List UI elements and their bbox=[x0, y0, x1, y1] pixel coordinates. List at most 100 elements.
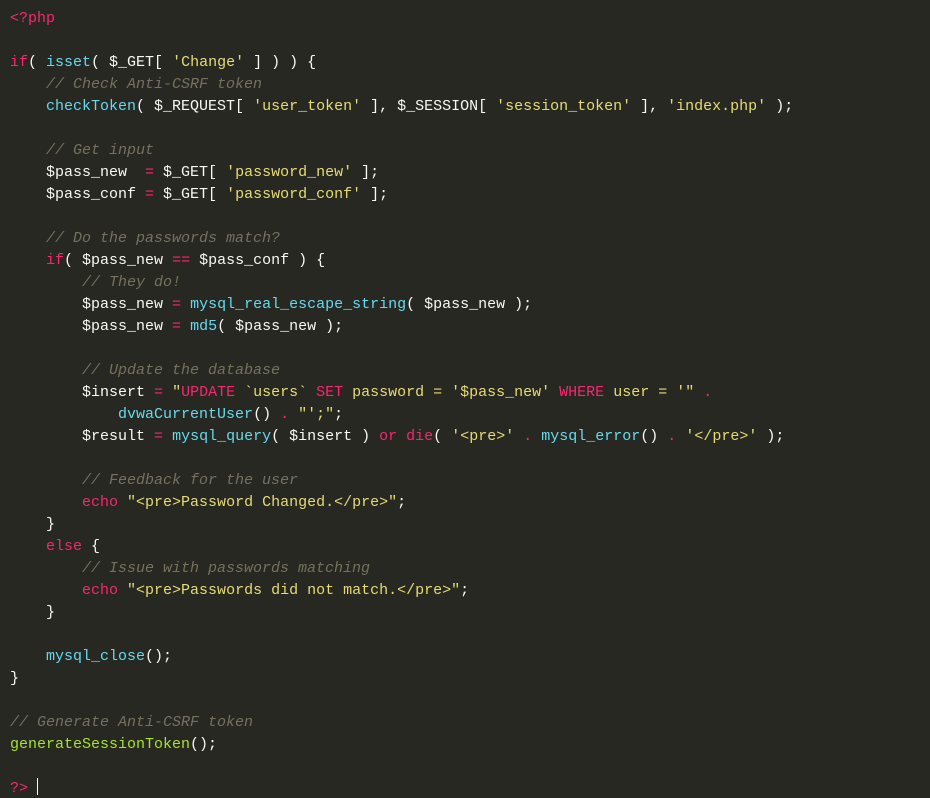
code-token: or bbox=[379, 428, 397, 445]
code-token: // Feedback for the user bbox=[82, 472, 298, 489]
code-token bbox=[10, 406, 118, 423]
code-line: $insert = "UPDATE `users` SET password =… bbox=[10, 384, 721, 401]
code-token bbox=[10, 472, 82, 489]
code-line: // Update the database bbox=[10, 362, 280, 379]
code-token: "';" bbox=[298, 406, 334, 423]
code-token: ]; bbox=[361, 186, 388, 203]
code-token: echo bbox=[82, 494, 118, 511]
code-token bbox=[289, 406, 298, 423]
code-token bbox=[10, 252, 46, 269]
code-token: $pass_conf ) { bbox=[190, 252, 325, 269]
code-token: // Get input bbox=[46, 142, 154, 159]
code-line: // Check Anti-CSRF token bbox=[10, 76, 262, 93]
code-token: } bbox=[10, 670, 19, 687]
code-token: ; bbox=[460, 582, 469, 599]
code-editor[interactable]: <?php if( isset( $_GET[ 'Change' ] ) ) {… bbox=[0, 0, 930, 798]
code-token bbox=[532, 428, 541, 445]
code-token: mysql_close bbox=[46, 648, 145, 665]
code-line: dvwaCurrentUser() . "';"; bbox=[10, 406, 343, 423]
code-line: // Generate Anti-CSRF token bbox=[10, 714, 253, 731]
code-token: "UPDATE `users` SET password = '$pass_ne… bbox=[172, 384, 694, 401]
code-token: $_GET[ bbox=[154, 164, 226, 181]
code-token bbox=[181, 318, 190, 335]
code-token: ( $pass_new ); bbox=[406, 296, 532, 313]
code-token bbox=[10, 494, 82, 511]
code-line: $pass_new = mysql_real_escape_string( $p… bbox=[10, 296, 532, 313]
code-token bbox=[10, 538, 46, 555]
code-token: $_GET[ bbox=[154, 186, 226, 203]
code-token bbox=[163, 428, 172, 445]
code-token: 'password_new' bbox=[226, 164, 352, 181]
code-token bbox=[10, 230, 46, 247]
code-line: } bbox=[10, 604, 55, 621]
code-line: if( $pass_new == $pass_conf ) { bbox=[10, 252, 325, 269]
code-token bbox=[10, 142, 46, 159]
code-token: ( bbox=[433, 428, 451, 445]
code-token: $pass_new bbox=[10, 318, 172, 335]
code-token: ); bbox=[757, 428, 784, 445]
code-line: $result = mysql_query( $insert ) or die(… bbox=[10, 428, 784, 445]
code-token bbox=[181, 296, 190, 313]
code-token: ( bbox=[28, 54, 46, 71]
code-token: mysql_real_escape_string bbox=[190, 296, 406, 313]
code-token: if bbox=[46, 252, 64, 269]
code-line: // Do the passwords match? bbox=[10, 230, 280, 247]
code-line: } bbox=[10, 516, 55, 533]
code-token: ( $pass_new ); bbox=[217, 318, 343, 335]
code-line: <?php bbox=[10, 10, 55, 27]
text-cursor bbox=[37, 778, 38, 795]
code-line: // Get input bbox=[10, 142, 154, 159]
code-line: mysql_close(); bbox=[10, 648, 172, 665]
code-token: 'index.php' bbox=[667, 98, 766, 115]
code-token bbox=[10, 362, 82, 379]
code-line: echo "<pre>Passwords did not match.</pre… bbox=[10, 582, 469, 599]
code-token: = bbox=[154, 384, 163, 401]
code-token: ); bbox=[766, 98, 793, 115]
code-token: = bbox=[145, 164, 154, 181]
code-token: () bbox=[253, 406, 280, 423]
code-token: ( $_GET[ bbox=[91, 54, 172, 71]
code-token: if bbox=[10, 54, 28, 71]
code-token: 'session_token' bbox=[496, 98, 631, 115]
code-line: // Issue with passwords matching bbox=[10, 560, 370, 577]
code-token bbox=[118, 582, 127, 599]
code-token: ; bbox=[397, 494, 406, 511]
code-token bbox=[118, 494, 127, 511]
code-line: $pass_new = $_GET[ 'password_new' ]; bbox=[10, 164, 379, 181]
code-token: = bbox=[154, 428, 163, 445]
code-token: // Do the passwords match? bbox=[46, 230, 280, 247]
sql-keyword: SET bbox=[316, 384, 343, 401]
code-token: ], $_SESSION[ bbox=[361, 98, 496, 115]
code-token bbox=[514, 428, 523, 445]
code-token bbox=[10, 582, 82, 599]
code-line: } bbox=[10, 670, 19, 687]
code-line: $pass_new = md5( $pass_new ); bbox=[10, 318, 343, 335]
code-token: = bbox=[145, 186, 154, 203]
code-token: echo bbox=[82, 582, 118, 599]
code-token: $insert bbox=[10, 384, 154, 401]
code-token bbox=[10, 648, 46, 665]
code-token: . bbox=[523, 428, 532, 445]
code-token: mysql_error bbox=[541, 428, 640, 445]
code-token: . bbox=[667, 428, 676, 445]
code-token: . bbox=[280, 406, 289, 423]
code-token: ] ) ) { bbox=[244, 54, 316, 71]
code-token bbox=[163, 384, 172, 401]
code-token: { bbox=[82, 538, 100, 555]
code-token: '</pre>' bbox=[685, 428, 757, 445]
sql-keyword: UPDATE bbox=[181, 384, 235, 401]
code-token: ( $_REQUEST[ bbox=[136, 98, 253, 115]
code-line: if( isset( $_GET[ 'Change' ] ) ) { bbox=[10, 54, 316, 71]
code-token: ], bbox=[631, 98, 667, 115]
code-token: 'Change' bbox=[172, 54, 244, 71]
code-token: $pass_new bbox=[10, 164, 145, 181]
code-token: . bbox=[703, 384, 712, 401]
code-token: // Update the database bbox=[82, 362, 280, 379]
code-line: $pass_conf = $_GET[ 'password_conf' ]; bbox=[10, 186, 388, 203]
code-token: die bbox=[406, 428, 433, 445]
code-line: echo "<pre>Password Changed.</pre>"; bbox=[10, 494, 406, 511]
code-token: '<pre>' bbox=[451, 428, 514, 445]
code-token: ; bbox=[334, 406, 343, 423]
code-token: // They do! bbox=[82, 274, 181, 291]
code-token: (); bbox=[190, 736, 217, 753]
